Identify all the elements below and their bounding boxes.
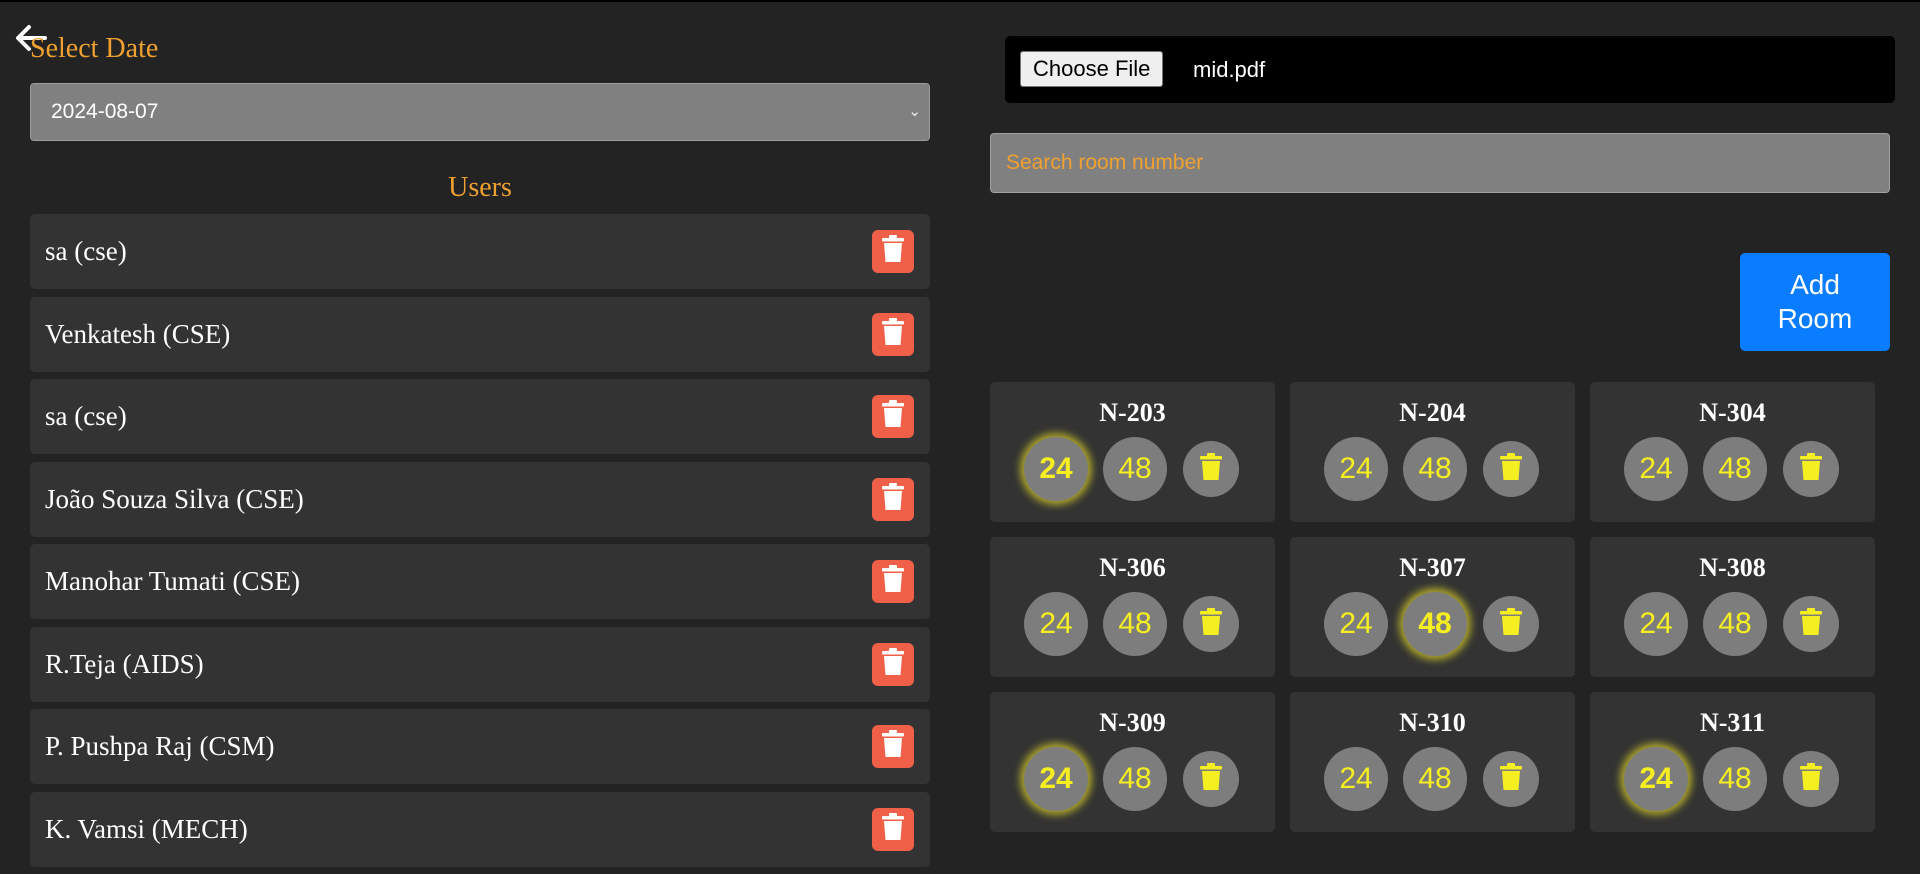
- delete-room-button[interactable]: [1783, 596, 1839, 652]
- user-name: sa (cse): [45, 401, 127, 431]
- trash-icon: [1199, 607, 1223, 641]
- user-list-item: sa (cse): [30, 214, 930, 289]
- delete-room-button[interactable]: [1483, 751, 1539, 807]
- delete-room-button[interactable]: [1483, 441, 1539, 497]
- delete-room-button[interactable]: [1183, 751, 1239, 807]
- room-name: N-307: [1399, 553, 1466, 582]
- room-card: N-306 24 48: [990, 537, 1275, 677]
- delete-room-button[interactable]: [1783, 751, 1839, 807]
- trash-icon: [1199, 762, 1223, 796]
- delete-user-button[interactable]: [872, 312, 914, 356]
- user-list-item: R.Teja (AIDS): [30, 626, 930, 702]
- room-card: N-307 24 48: [1290, 537, 1575, 677]
- delete-user-button[interactable]: [872, 477, 914, 521]
- room-name: N-306: [1099, 553, 1166, 582]
- delete-user-button[interactable]: [872, 642, 914, 686]
- add-room-label: Add Room: [1777, 269, 1853, 334]
- users-title: Users: [448, 172, 512, 203]
- delete-room-button[interactable]: [1183, 441, 1239, 497]
- room-name: N-203: [1099, 398, 1166, 427]
- user-list-item: P. Pushpa Raj (CSM): [30, 709, 930, 784]
- user-name: sa (cse): [45, 236, 127, 266]
- select-date-label: Select Date: [30, 33, 159, 64]
- capacity-24-button[interactable]: 24: [1324, 437, 1388, 501]
- trash-icon: [881, 812, 905, 846]
- trash-icon: [881, 565, 905, 598]
- user-list: sa (cse) Venkatesh (CSE) sa (cse) João Souz…: [30, 214, 930, 874]
- room-card: N-311 24 48: [1590, 692, 1875, 832]
- room-name: N-310: [1399, 708, 1466, 737]
- room-name: N-311: [1700, 708, 1765, 737]
- capacity-48-button[interactable]: 48: [1703, 747, 1767, 811]
- delete-room-button[interactable]: [1783, 441, 1839, 497]
- room-name: N-204: [1399, 398, 1466, 427]
- capacity-24-button[interactable]: 24: [1624, 437, 1688, 501]
- trash-icon: [1499, 607, 1523, 641]
- user-list-item: K. Vamsi (MECH): [30, 791, 930, 867]
- capacity-24-button[interactable]: 24: [1624, 592, 1688, 656]
- user-list-item: Venkatesh (CSE): [30, 296, 930, 372]
- capacity-48-button[interactable]: 48: [1403, 592, 1467, 656]
- user-list-item: Manohar Tumati (CSE): [30, 544, 930, 619]
- capacity-48-button[interactable]: 48: [1103, 747, 1167, 811]
- delete-user-button[interactable]: [872, 560, 914, 603]
- trash-icon: [1799, 762, 1823, 796]
- capacity-24-button[interactable]: 24: [1024, 747, 1088, 811]
- capacity-24-button[interactable]: 24: [1024, 592, 1088, 656]
- room-card: N-310 24 48: [1290, 692, 1575, 832]
- delete-room-button[interactable]: [1183, 596, 1239, 652]
- capacity-24-button[interactable]: 24: [1024, 437, 1088, 501]
- room-card: N-309 24 48: [990, 692, 1275, 832]
- trash-icon: [1499, 762, 1523, 796]
- user-name: Manohar Tumati (CSE): [45, 566, 301, 596]
- file-upload: Choose File mid.pdf: [1005, 36, 1895, 103]
- capacity-24-button[interactable]: 24: [1324, 592, 1388, 656]
- capacity-48-button[interactable]: 48: [1703, 437, 1767, 501]
- room-name: N-309: [1099, 708, 1166, 737]
- capacity-24-button[interactable]: 24: [1624, 747, 1688, 811]
- room-card: N-204 24 48: [1290, 382, 1575, 522]
- choose-file-button[interactable]: Choose File: [1020, 51, 1164, 87]
- delete-user-button[interactable]: [872, 395, 914, 438]
- trash-icon: [881, 235, 905, 268]
- user-name: Venkatesh (CSE): [45, 318, 231, 349]
- capacity-48-button[interactable]: 48: [1403, 437, 1467, 501]
- trash-icon: [1199, 452, 1223, 486]
- user-name: P. Pushpa Raj (CSM): [45, 731, 275, 761]
- trash-icon: [881, 730, 905, 763]
- user-name: R.Teja (AIDS): [45, 648, 204, 679]
- trash-icon: [1799, 452, 1823, 486]
- capacity-24-button[interactable]: 24: [1324, 747, 1388, 811]
- trash-icon: [881, 647, 905, 681]
- trash-icon: [1499, 452, 1523, 486]
- trash-icon: [881, 482, 905, 516]
- trash-icon: [881, 400, 905, 433]
- room-card: N-203 24 48: [990, 382, 1275, 522]
- delete-user-button[interactable]: [872, 725, 914, 768]
- trash-icon: [1799, 607, 1823, 641]
- user-name: João Souza Silva (CSE): [45, 483, 304, 514]
- chevron-down-icon: ⌄: [908, 103, 921, 120]
- delete-user-button[interactable]: [872, 807, 914, 851]
- selected-file-name: mid.pdf: [1193, 57, 1266, 82]
- search-room-input[interactable]: Search room number: [990, 133, 1890, 193]
- trash-icon: [881, 317, 905, 351]
- delete-room-button[interactable]: [1483, 596, 1539, 652]
- capacity-48-button[interactable]: 48: [1103, 437, 1167, 501]
- capacity-48-button[interactable]: 48: [1703, 592, 1767, 656]
- room-card: N-308 24 48: [1590, 537, 1875, 677]
- room-card: N-304 24 48: [1590, 382, 1875, 522]
- capacity-48-button[interactable]: 48: [1103, 592, 1167, 656]
- user-list-item: sa (cse): [30, 379, 930, 454]
- user-list-item: João Souza Silva (CSE): [30, 461, 930, 537]
- delete-user-button[interactable]: [872, 230, 914, 273]
- room-name: N-304: [1699, 398, 1766, 427]
- user-name: K. Vamsi (MECH): [45, 813, 248, 844]
- selected-date: 2024-08-07: [51, 100, 159, 123]
- date-select[interactable]: 2024-08-07 ⌄: [30, 83, 930, 141]
- room-name: N-308: [1699, 553, 1766, 582]
- add-room-button[interactable]: Add Room: [1740, 253, 1890, 351]
- capacity-48-button[interactable]: 48: [1403, 747, 1467, 811]
